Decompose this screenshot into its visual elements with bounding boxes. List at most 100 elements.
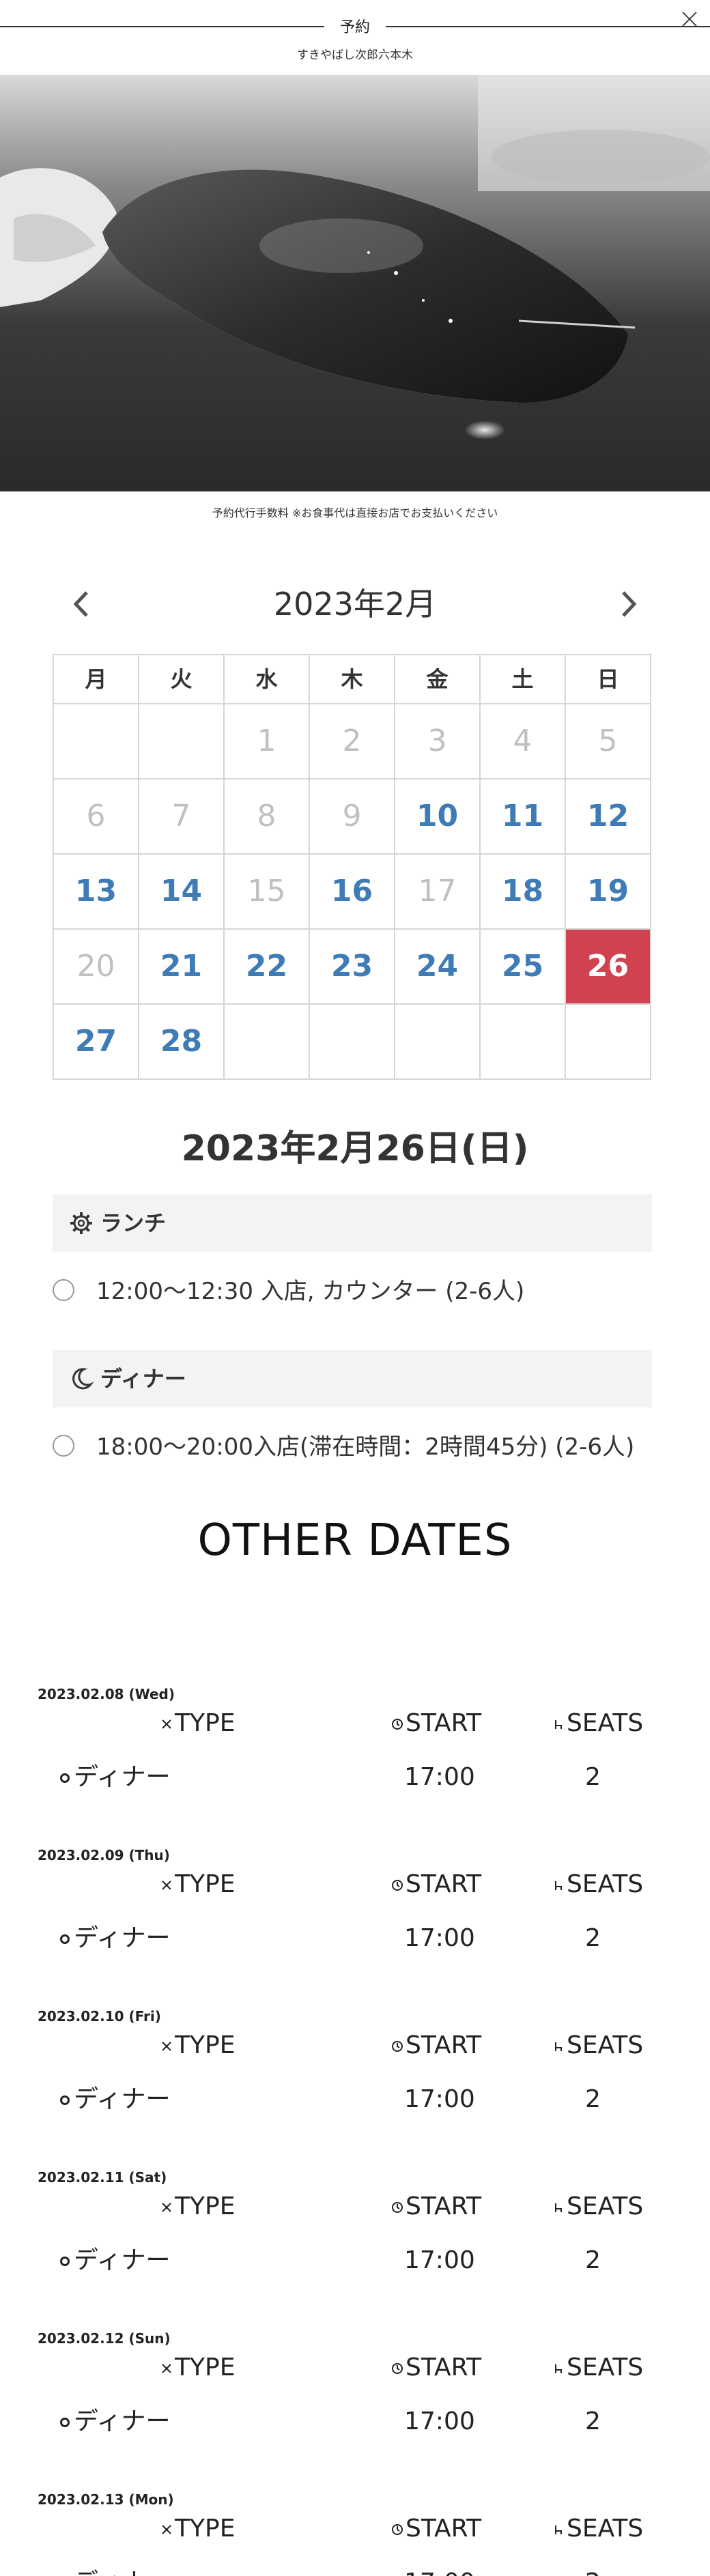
calendar-day[interactable]: 22 xyxy=(225,930,310,1005)
calendar-day[interactable]: 18 xyxy=(481,855,566,930)
clock-icon xyxy=(392,1719,403,1730)
calendar-empty-cell xyxy=(395,1005,481,1080)
type-column-header: TYPE xyxy=(160,2029,235,2063)
chair-icon xyxy=(555,1720,562,1729)
other-date-type-text: ディナー xyxy=(74,1924,171,1952)
other-date-type[interactable]: ディナー xyxy=(60,1921,170,1956)
calendar-day: 7 xyxy=(139,779,225,855)
calendar-empty-cell xyxy=(54,704,139,779)
dinner-label: ディナー xyxy=(100,1366,186,1392)
weekday-header: 木 xyxy=(310,655,395,704)
reservation-page: 予約 すきやばし次郎六本木 予約代行手数料 ※お食事代は直接お店でお支払いくださ… xyxy=(0,0,710,2576)
other-date-type-text: ディナー xyxy=(74,1763,171,1791)
other-date-item: 2023.02.11 (Sat) TYPE START SEATS ディナー 17:00 2 xyxy=(0,2169,710,2330)
lunch-slot-radio[interactable] xyxy=(53,1279,74,1301)
other-date-type[interactable]: ディナー xyxy=(60,2243,170,2278)
weekday-header: 日 xyxy=(566,655,651,704)
start-column-label: START xyxy=(406,2031,482,2059)
radio-dot-icon xyxy=(60,1773,70,1783)
calendar-day[interactable]: 27 xyxy=(54,1005,139,1080)
other-date-item: 2023.02.13 (Mon)TYPE START SEATS ディナー 17:00 2 xyxy=(0,2491,710,2576)
radio-dot-icon xyxy=(60,2418,70,2427)
fee-notice: 予約代行手数料 ※お食事代は直接お店でお支払いください xyxy=(212,506,498,519)
other-date-seats: 2 xyxy=(585,1924,601,1952)
other-date-item: 2023.02.12 (Sun) TYPE START SEATS ディナー 17:00 2 xyxy=(0,2330,710,2491)
other-date-type[interactable]: ディナー xyxy=(60,2082,170,2117)
dinner-slot-text: 18:00〜20:00入店(滞在時間：2時間45分) (2-6人) xyxy=(96,1433,635,1461)
calendar-day[interactable]: 16 xyxy=(310,855,395,930)
other-date-start: 17:00 xyxy=(404,2246,475,2274)
dinner-time-slot[interactable]: 18:00〜20:00入店(滞在時間：2時間45分) (2-6人) xyxy=(53,1427,652,1468)
chair-icon xyxy=(555,2203,562,2212)
dinner-section-header: ディナー xyxy=(53,1350,652,1407)
calendar-day[interactable]: 11 xyxy=(481,779,566,855)
calendar-empty-cell xyxy=(566,1005,651,1080)
type-column-label: TYPE xyxy=(175,1709,236,1737)
other-date-type-text: ディナー xyxy=(74,2407,171,2435)
other-date-seats: 2 xyxy=(585,2407,601,2435)
type-column-header: TYPE xyxy=(160,2351,235,2385)
seats-column-label: SEATS xyxy=(567,2515,644,2543)
type-column-label: TYPE xyxy=(175,1870,236,1898)
utensils-icon xyxy=(162,1719,171,1729)
other-date-type[interactable]: ディナー xyxy=(60,2404,170,2439)
calendar-day[interactable]: 12 xyxy=(566,779,651,855)
calendar-day-selected[interactable]: 26 xyxy=(566,930,651,1005)
other-date-start: 17:00 xyxy=(404,1924,475,1952)
start-column-label: START xyxy=(406,1709,482,1737)
lunch-time-slot[interactable]: 12:00〜12:30 入店, カウンター (2-6人) xyxy=(53,1271,652,1312)
calendar-day[interactable]: 10 xyxy=(395,779,481,855)
other-date-item: 2023.02.09 (Thu) TYPE START SEATS ディナー 17:00 2 xyxy=(0,1847,710,2008)
dinner-slot-radio[interactable] xyxy=(53,1435,74,1457)
calendar-day[interactable]: 19 xyxy=(566,855,651,930)
chevron-right-icon[interactable] xyxy=(612,588,644,620)
start-column-header: START xyxy=(390,2190,481,2224)
calendar-day: 5 xyxy=(566,704,651,779)
restaurant-name: すきやばし次郎六本木 xyxy=(297,48,413,62)
close-icon[interactable] xyxy=(676,5,703,33)
calendar-day[interactable]: 23 xyxy=(310,930,395,1005)
other-date-seats: 2 xyxy=(585,2085,601,2113)
calendar-day: 15 xyxy=(225,855,310,930)
type-column-header: TYPE xyxy=(160,1867,235,1902)
other-date-type[interactable]: ディナー xyxy=(60,2565,170,2576)
radio-dot-icon xyxy=(60,1934,70,1944)
calendar-day[interactable]: 28 xyxy=(139,1005,225,1080)
calendar-day[interactable]: 24 xyxy=(395,930,481,1005)
start-column-header: START xyxy=(390,2512,481,2546)
weekday-header: 火 xyxy=(139,655,225,704)
calendar-day[interactable]: 13 xyxy=(54,855,139,930)
utensils-icon xyxy=(162,2203,171,2212)
calendar-day: 20 xyxy=(54,930,139,1005)
hero-photo xyxy=(0,75,710,491)
chair-icon xyxy=(555,2364,562,2373)
type-column-header: TYPE xyxy=(160,1706,235,1741)
start-column-label: START xyxy=(406,1870,482,1898)
seats-column-header: SEATS xyxy=(552,2029,643,2063)
other-date-type-text: ディナー xyxy=(74,2568,170,2576)
seats-column-label: SEATS xyxy=(567,2192,644,2220)
calendar-day[interactable]: 21 xyxy=(139,930,225,1005)
other-date-item: 2023.02.10 (Fri) TYPE START SEATS ディナー 17:00 2 xyxy=(0,2008,710,2169)
other-date-seats: 2 xyxy=(585,1763,601,1791)
start-column-label: START xyxy=(406,2353,482,2381)
calendar-day: 17 xyxy=(395,855,481,930)
other-dates-heading: OTHER DATES xyxy=(197,1515,513,1566)
calendar-day[interactable]: 14 xyxy=(139,855,225,930)
calendar-day: 9 xyxy=(310,779,395,855)
chevron-left-icon[interactable] xyxy=(66,588,98,620)
other-date-type[interactable]: ディナー xyxy=(60,1760,170,1795)
seats-column-label: SEATS xyxy=(567,2353,644,2381)
type-column-header: TYPE xyxy=(160,2190,235,2224)
modal-title: 予約 xyxy=(339,19,370,36)
seats-column-header: SEATS xyxy=(552,1706,643,1741)
calendar-day[interactable]: 25 xyxy=(481,930,566,1005)
other-date-start: 17:00 xyxy=(404,2407,475,2435)
other-date-type-text: ディナー xyxy=(74,2085,171,2113)
other-date-label: 2023.02.13 (Mon) xyxy=(38,2491,174,2508)
utensils-icon xyxy=(162,2525,171,2534)
calendar-day: 1 xyxy=(225,704,310,779)
chair-icon xyxy=(555,2042,562,2051)
clock-icon xyxy=(392,2524,403,2535)
other-date-start: 17:00 xyxy=(404,1763,475,1791)
